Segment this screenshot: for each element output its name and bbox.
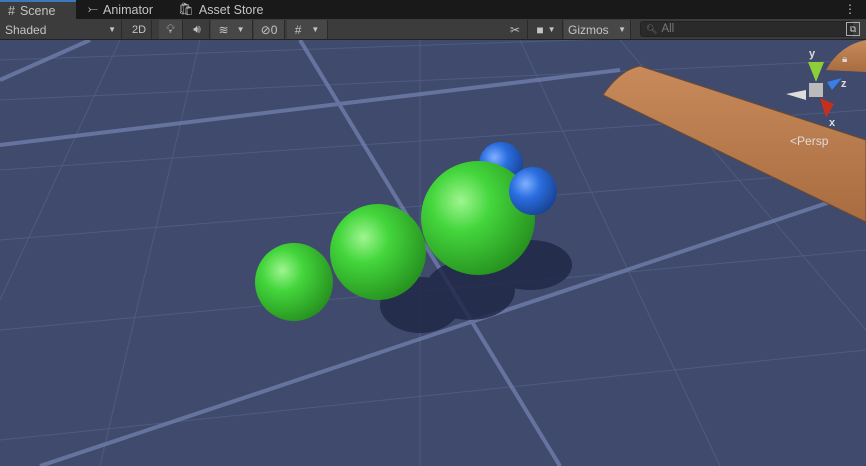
tab-bar: # Scene ⤚ Animator 🛍 Asset Store ⋮ [0, 0, 866, 19]
search-icon: 🔍︎ [646, 23, 658, 34]
eye-slash-icon: ⊘ [260, 22, 271, 37]
chevron-down-icon: ▼ [618, 25, 626, 34]
effects-dropdown[interactable]: ≋ ▼ [211, 20, 253, 39]
chevron-down-icon: ▼ [108, 25, 116, 34]
grid-snap-icon: # [294, 22, 302, 37]
wrench-icon: ✂ [509, 22, 521, 37]
speaker-icon: 🔊︎ [193, 22, 201, 36]
scene-viewport[interactable]: y z x <Persp 🔒︎ [0, 40, 866, 466]
chevron-down-icon: ▼ [236, 25, 245, 34]
2d-toggle[interactable]: 2D [127, 20, 152, 39]
svg-text:z: z [841, 78, 847, 90]
audio-toggle[interactable]: 🔊︎ [185, 20, 210, 39]
more-options-icon[interactable]: ⋮ [844, 2, 856, 16]
lightbulb-icon: 💡︎ [166, 22, 175, 36]
camera-dropdown[interactable]: ■ ▼ [530, 20, 563, 39]
projection-label[interactable]: <Persp [790, 134, 829, 148]
svg-text:x: x [829, 117, 836, 129]
tools-button[interactable]: ✂ [503, 20, 528, 39]
svg-text:y: y [809, 48, 816, 60]
green-sphere-small [255, 243, 333, 321]
grid-dropdown[interactable]: # ▼ [287, 20, 328, 39]
tab-scene[interactable]: # Scene [0, 0, 76, 19]
grid-icon: # [8, 3, 15, 18]
lighting-toggle[interactable]: 💡︎ [159, 20, 183, 39]
animator-icon: ⤚ [88, 2, 99, 16]
search-input[interactable]: 🔍︎ All [640, 21, 853, 37]
green-sphere-medium [330, 204, 426, 300]
gizmo-center-cube [809, 83, 823, 97]
bag-icon: 🛍 [178, 2, 194, 16]
lock-icon[interactable]: 🔒︎ [842, 54, 847, 65]
layers-icon: ≋ [218, 22, 229, 37]
chevron-down-icon: ▼ [311, 25, 320, 34]
blue-sphere-front [509, 167, 557, 215]
scene-toolbar: Shaded ▼ 2D 💡︎ 🔊︎ ≋ ▼ ⊘ 0 # ▼ ✂ ■ ▼ Gizmos ▼ 🔍… [0, 19, 866, 40]
maximize-icon[interactable]: ⧉ [846, 22, 860, 36]
chevron-down-icon: ▼ [547, 25, 556, 34]
camera-icon: ■ [536, 22, 544, 37]
shading-mode-dropdown[interactable]: Shaded ▼ [0, 20, 122, 39]
tab-asset-store[interactable]: 🛍 Asset Store [170, 0, 272, 19]
hidden-objects-toggle[interactable]: ⊘ 0 [254, 20, 285, 39]
tab-animator[interactable]: ⤚ Animator [80, 0, 161, 19]
scene-canvas: y z x <Persp 🔒︎ [0, 40, 866, 466]
gizmos-dropdown[interactable]: Gizmos ▼ [564, 20, 631, 39]
